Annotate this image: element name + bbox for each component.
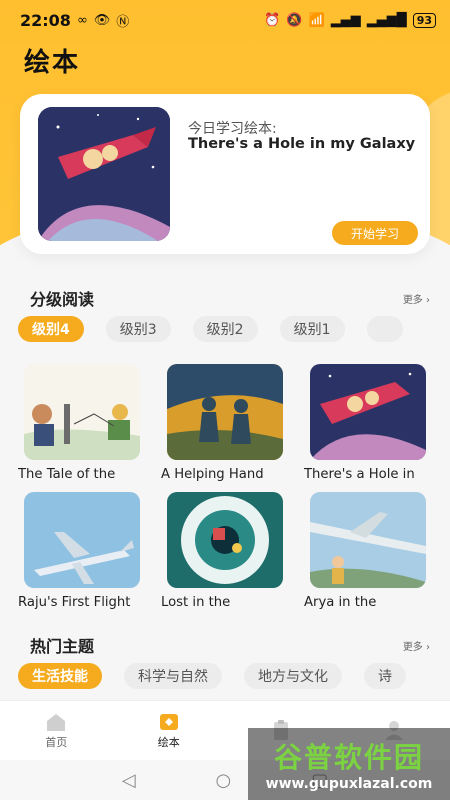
eye-icon: 👁 bbox=[93, 12, 111, 28]
infinity-icon: ∞ bbox=[76, 12, 88, 28]
level-chip-2[interactable]: 级别2 bbox=[192, 316, 258, 342]
status-bar: 22:08 ∞ 👁 Ⓝ ⏰ 🔕 📶 ▂▄▆ ▂▄▆█ 93 bbox=[0, 0, 450, 40]
home-circle-icon[interactable]: ○ bbox=[216, 770, 232, 791]
picture-book-icon bbox=[159, 713, 178, 730]
watermark-url: www.gupuxlazal.com bbox=[265, 776, 433, 792]
book-title: A Helping Hand bbox=[161, 467, 264, 482]
book-title: There's a Hole in bbox=[304, 467, 415, 482]
level-chip-more[interactable] bbox=[366, 316, 404, 342]
book-item[interactable]: Lost in the bbox=[161, 492, 283, 610]
level-chip-3[interactable]: 级别3 bbox=[105, 316, 171, 342]
book-item[interactable]: Raju's First Flight bbox=[18, 492, 140, 610]
graded-reading-header: 分级阅读 更多 › bbox=[30, 286, 430, 310]
nfc-icon: Ⓝ bbox=[116, 14, 130, 30]
nav-label-home: 首页 bbox=[45, 735, 68, 749]
topic-chip-life-skills[interactable]: 生活技能 bbox=[18, 663, 102, 689]
book-cover-raju[interactable] bbox=[24, 492, 140, 588]
nav-item-picture-book[interactable]: 绘本 bbox=[124, 712, 214, 750]
today-book-title: There's a Hole in my Galaxy bbox=[188, 136, 416, 152]
book-item[interactable]: Arya in the bbox=[304, 492, 426, 610]
book-cover-lost[interactable] bbox=[167, 492, 283, 588]
back-icon[interactable]: ◁ bbox=[122, 770, 136, 791]
topic-chip-row: 生活技能 科学与自然 地方与文化 诗 bbox=[18, 663, 450, 691]
status-time: 22:08 bbox=[20, 10, 71, 30]
home-icon bbox=[47, 713, 66, 731]
book-cover-helping-hand[interactable] bbox=[167, 364, 283, 460]
book-cover-galaxy[interactable] bbox=[310, 364, 426, 460]
watermark: 谷普软件园 www.gupuxlazal.com bbox=[248, 728, 450, 800]
battery-indicator: 93 bbox=[412, 12, 436, 28]
nav-item-home[interactable]: 首页 bbox=[11, 712, 101, 750]
alarm-icon: ⏰ bbox=[264, 12, 281, 28]
level-chip-4[interactable]: 级别4 bbox=[18, 316, 84, 342]
book-cover-arya[interactable] bbox=[310, 492, 426, 588]
hot-topics-title: 热门主题 bbox=[30, 637, 95, 656]
book-cover-tale[interactable] bbox=[24, 364, 140, 460]
topic-chip-science[interactable]: 科学与自然 bbox=[124, 663, 222, 689]
level-chip-1[interactable]: 级别1 bbox=[279, 316, 345, 342]
signal-icon-2: ▂▄▆█ bbox=[366, 12, 407, 28]
hot-topics-header: 热门主题 更多 › bbox=[30, 633, 430, 657]
wifi-icon: 📶 bbox=[308, 12, 325, 28]
page-title: 绘本 bbox=[24, 48, 81, 78]
graded-reading-title: 分级阅读 bbox=[30, 290, 95, 309]
today-book-cover[interactable] bbox=[38, 107, 170, 241]
topic-chip-culture[interactable]: 地方与文化 bbox=[244, 663, 342, 689]
topic-chip-poetry[interactable]: 诗 bbox=[364, 663, 406, 689]
level-chip-row: 级别4 级别3 级别2 级别1 bbox=[18, 316, 450, 344]
book-title: Lost in the bbox=[161, 595, 231, 610]
hot-topics-more-link[interactable]: 更多 › bbox=[403, 638, 430, 653]
graded-reading-more-link[interactable]: 更多 › bbox=[403, 291, 430, 306]
start-learning-button[interactable]: 开始学习 bbox=[332, 221, 418, 245]
book-item[interactable]: The Tale of the bbox=[18, 364, 140, 482]
signal-icon: ▂▄▆ bbox=[330, 12, 361, 28]
nav-label-picture-book: 绘本 bbox=[157, 735, 180, 749]
book-title: Arya in the bbox=[304, 595, 377, 610]
book-item[interactable]: There's a Hole in bbox=[304, 364, 426, 482]
today-label: 今日学习绘本: bbox=[188, 121, 277, 137]
book-item[interactable]: A Helping Hand bbox=[161, 364, 283, 482]
graded-book-grid: The Tale of the A Helping Hand There's a… bbox=[18, 364, 438, 610]
book-title: The Tale of the bbox=[18, 467, 116, 482]
mute-icon: 🔕 bbox=[286, 12, 303, 28]
today-book-card[interactable]: 今日学习绘本: There's a Hole in my Galaxy 开始学习 bbox=[20, 94, 430, 254]
watermark-title: 谷普软件园 bbox=[273, 741, 424, 774]
book-title: Raju's First Flight bbox=[18, 595, 131, 610]
